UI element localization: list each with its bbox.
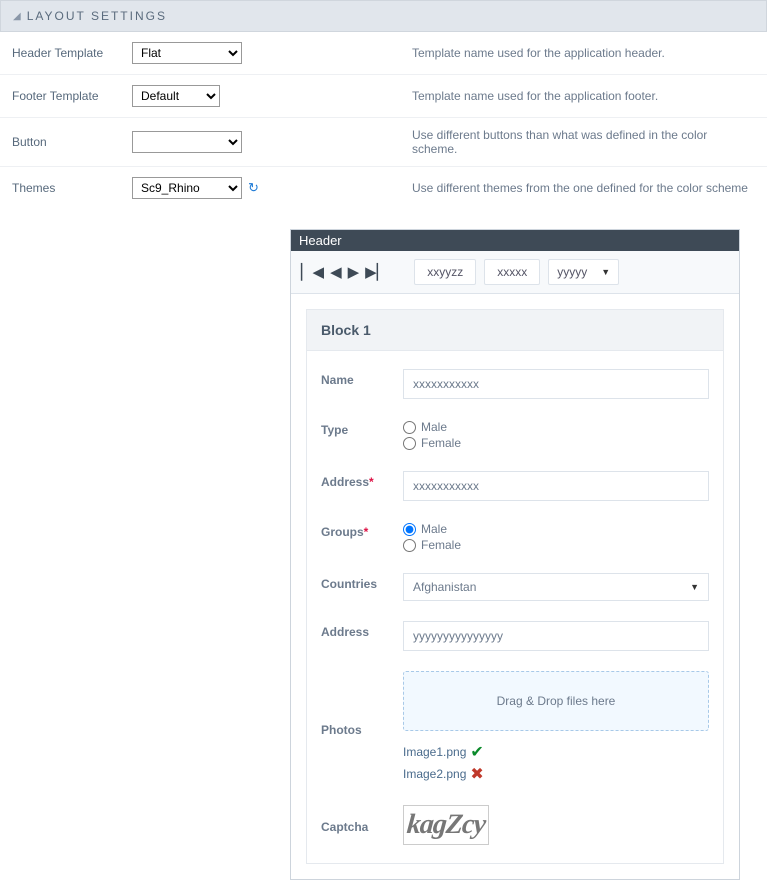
panel-title: LAYOUT SETTINGS bbox=[27, 9, 167, 23]
theme-preview: Header ▏◀ ◀ ▶ ▶▏ xxyyzz xxxxx yyyyy ▼ Bl… bbox=[290, 229, 740, 880]
radio-label: Female bbox=[421, 538, 461, 552]
preview-toolbar: ▏◀ ◀ ▶ ▶▏ xxyyzz xxxxx yyyyy ▼ bbox=[291, 251, 739, 294]
form-row-address2: Address bbox=[307, 611, 723, 661]
setting-header-template: Header Template Flat Template name used … bbox=[0, 32, 767, 75]
file-name: Image2.png bbox=[403, 767, 466, 781]
button-select[interactable] bbox=[132, 131, 242, 153]
setting-desc: Use different themes from the one define… bbox=[262, 181, 755, 195]
form-row-countries: Countries Afghanistan ▼ bbox=[307, 563, 723, 611]
collapse-icon: ◢ bbox=[13, 11, 21, 22]
countries-select[interactable]: Afghanistan ▼ bbox=[403, 573, 709, 601]
captcha-image: kagZcy bbox=[403, 805, 489, 845]
form-row-photos: Photos Drag & Drop files here Image1.png… bbox=[307, 661, 723, 795]
toolbar-dropdown-label: yyyyy bbox=[557, 265, 587, 279]
setting-button: Button Use different buttons than what w… bbox=[0, 118, 767, 167]
footer-template-select[interactable]: Default bbox=[132, 85, 220, 107]
nav-prev-icon[interactable]: ◀ bbox=[330, 263, 342, 281]
x-icon: ✖ bbox=[470, 764, 483, 784]
form-row-type: Type Male Female bbox=[307, 409, 723, 461]
nav-next-icon[interactable]: ▶ bbox=[348, 263, 360, 281]
layout-settings-header[interactable]: ◢ LAYOUT SETTINGS bbox=[0, 0, 767, 32]
field-label: Name bbox=[321, 369, 403, 387]
setting-label: Header Template bbox=[12, 46, 132, 60]
groups-female-radio[interactable] bbox=[403, 539, 416, 552]
toolbar-dropdown[interactable]: yyyyy ▼ bbox=[548, 259, 619, 285]
themes-select[interactable]: Sc9_Rhino bbox=[132, 177, 242, 199]
field-label: Groups* bbox=[321, 521, 403, 539]
form-row-captcha: Captcha kagZcy bbox=[307, 795, 723, 855]
setting-footer-template: Footer Template Default Template name us… bbox=[0, 75, 767, 118]
uploaded-file: Image1.png ✔ bbox=[403, 741, 709, 763]
uploaded-file: Image2.png ✖ bbox=[403, 763, 709, 785]
caret-down-icon: ▼ bbox=[690, 582, 699, 592]
refresh-icon[interactable]: ↻ bbox=[248, 180, 259, 196]
name-input[interactable] bbox=[403, 369, 709, 399]
dropdown-value: Afghanistan bbox=[413, 580, 476, 594]
form-row-name: Name bbox=[307, 359, 723, 409]
setting-desc: Template name used for the application f… bbox=[262, 89, 755, 103]
type-female-radio[interactable] bbox=[403, 437, 416, 450]
captcha-text: kagZcy bbox=[406, 809, 487, 841]
form-row-groups: Groups* Male Female bbox=[307, 511, 723, 563]
address-required-input[interactable] bbox=[403, 471, 709, 501]
setting-label: Footer Template bbox=[12, 89, 132, 103]
field-label: Captcha bbox=[321, 816, 403, 834]
file-name: Image1.png bbox=[403, 745, 466, 759]
field-label: Photos bbox=[321, 719, 403, 737]
radio-label: Female bbox=[421, 436, 461, 450]
type-male-radio[interactable] bbox=[403, 421, 416, 434]
setting-label: Themes bbox=[12, 181, 132, 195]
setting-desc: Use different buttons than what was defi… bbox=[262, 128, 755, 156]
nav-first-icon[interactable]: ▏◀ bbox=[301, 263, 324, 281]
setting-themes: Themes Sc9_Rhino ↻ Use different themes … bbox=[0, 167, 767, 209]
field-label: Type bbox=[321, 419, 403, 437]
field-label: Countries bbox=[321, 573, 403, 591]
nav-last-icon[interactable]: ▶▏ bbox=[365, 263, 388, 281]
photos-dropzone[interactable]: Drag & Drop files here bbox=[403, 671, 709, 731]
block-title: Block 1 bbox=[306, 309, 724, 351]
toolbar-button-2[interactable]: xxxxx bbox=[484, 259, 540, 285]
preview-header-bar: Header bbox=[291, 230, 739, 251]
check-icon: ✔ bbox=[470, 742, 483, 762]
form-row-address-req: Address* bbox=[307, 461, 723, 511]
field-label: Address bbox=[321, 621, 403, 639]
groups-male-radio[interactable] bbox=[403, 523, 416, 536]
header-template-select[interactable]: Flat bbox=[132, 42, 242, 64]
toolbar-button-1[interactable]: xxyyzz bbox=[414, 259, 476, 285]
setting-label: Button bbox=[12, 135, 132, 149]
radio-label: Male bbox=[421, 522, 447, 536]
radio-label: Male bbox=[421, 420, 447, 434]
setting-desc: Template name used for the application h… bbox=[262, 46, 755, 60]
caret-down-icon: ▼ bbox=[601, 267, 610, 277]
field-label: Address* bbox=[321, 471, 403, 489]
address-input[interactable] bbox=[403, 621, 709, 651]
